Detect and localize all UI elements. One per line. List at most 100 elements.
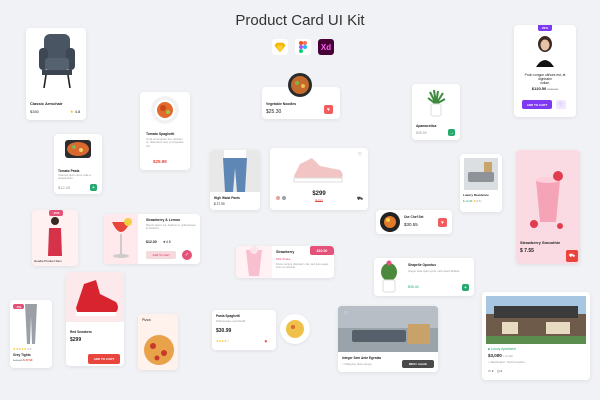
milkshake-card[interactable]: Strawberry $10.00 Milk Shake Donec tempo…	[236, 246, 334, 278]
property-tag: ■ Luxury Apartment	[488, 347, 516, 351]
favorite-button[interactable]: ♡	[356, 151, 364, 159]
sneaker-image	[290, 154, 346, 184]
cocktail-card[interactable]: Strawberry & Lemon Mauris sapien leo, da…	[104, 214, 200, 264]
residence-card[interactable]: Luxury Residence $ 12.99 ★(4.6)	[460, 154, 502, 212]
product-description: Proin congue ultrices est, at dignissim n…	[524, 73, 566, 86]
plus-icon: +	[92, 184, 95, 191]
product-price: $ 27.90	[214, 202, 225, 206]
product-price: $12.45	[58, 185, 71, 190]
property-card-house[interactable]: ■ Luxury Apartment $3,000 / month ⌾ Wash…	[482, 292, 590, 380]
favorite-button[interactable]: ♥	[438, 218, 447, 227]
product-price: $25.99	[153, 159, 167, 164]
fashion-card-purple[interactable]: 20% Proin congue ultrices est, at dignis…	[514, 25, 576, 117]
chef-set-card[interactable]: Our Chef Set $30.55 ♥	[376, 210, 452, 234]
product-price: $12.00	[146, 240, 157, 244]
price-row: $12.00 ★4.5	[146, 240, 171, 244]
house-image	[486, 296, 586, 344]
jeans-card[interactable]: High Waist Pants $ 27.90	[210, 150, 260, 210]
add-to-cart-button[interactable]: +	[462, 284, 469, 291]
favorite-button[interactable]: ♥	[262, 338, 270, 346]
product-name: High Waist Pants	[214, 196, 240, 200]
pizza-card[interactable]: Pizza	[138, 314, 178, 370]
product-price: $ 12.99	[463, 199, 473, 203]
heart-icon: ♥	[264, 339, 268, 345]
product-description: Vivamus quis metus nulla in praesentium.	[58, 174, 92, 181]
armchair-card[interactable]: Classic Armchair $350 ★ 4.8	[26, 28, 86, 120]
room-image	[464, 158, 498, 190]
product-price: $35.50	[416, 131, 427, 135]
property-card-room[interactable]: ♡ Integer Sem Ante Egestas ⌾ Malaysia, N…	[338, 306, 438, 372]
favorite-button[interactable]: ♥	[324, 105, 333, 114]
smoothie-image	[528, 170, 568, 230]
old-price: $360.00	[547, 87, 559, 91]
cart-button[interactable]: ⛟	[356, 195, 364, 203]
add-to-cart-button[interactable]: ADD TO CART	[522, 100, 552, 109]
product-name: Tomato Spaghetti	[146, 132, 175, 136]
product-name: Apamacetica	[416, 124, 437, 128]
cart-button[interactable]: ⛟	[566, 250, 578, 262]
product-name: Strawberry Smoothie	[520, 240, 561, 245]
sneaker-image	[66, 272, 124, 322]
color-swatches[interactable]	[276, 196, 286, 200]
product-name: Pizza	[142, 318, 151, 322]
product-description: Integer vitae quam porta, sed mauris fac…	[408, 270, 461, 273]
pasta-plate-image	[280, 314, 310, 344]
noodles-card[interactable]: Vegetable Noodles $25.30 ♥	[262, 73, 340, 119]
add-to-cart-button[interactable]: ADD TO CART	[88, 354, 120, 364]
swatch-grey[interactable]	[282, 196, 286, 200]
tights-card[interactable]: -5% ★★★★★ 4.5 Grey Tights $ 32.45 $ 27.9…	[10, 300, 52, 368]
page-title: Product Card UI Kit	[235, 12, 365, 29]
heart-icon: ♥	[327, 106, 330, 113]
pasta-image	[64, 138, 92, 160]
property-location: ⌾ Malaysia, New Jersey	[342, 362, 372, 366]
sneakers-card[interactable]: ♡ $299 $432 ⛟	[270, 148, 368, 210]
check-icon: ✓	[184, 252, 190, 258]
cart-icon: ⛟	[356, 195, 364, 202]
product-name: Shapelle Opuntus	[408, 263, 437, 267]
home-icon: ■	[488, 347, 490, 351]
pasta-spaghetti-card[interactable]: Pasta Spaghetti Pellentesque sed blandit…	[212, 310, 276, 350]
product-name: Tomato Pasta	[58, 169, 80, 173]
product-price: $ 7.55	[520, 248, 534, 254]
price-row: $120.50 $360.00	[518, 86, 572, 92]
fashion-card-red[interactable]: -15% Hoodie Product Sam	[32, 210, 78, 266]
product-price: $299	[70, 337, 82, 343]
armchair-image	[36, 32, 78, 90]
add-to-cart-button[interactable]: →	[448, 129, 455, 136]
discount-badge: 20%	[538, 25, 552, 31]
red-sneakers-card[interactable]: Red Sneakers $299 ADD TO CART	[66, 272, 124, 366]
noodles-image	[288, 73, 312, 97]
amenities: ▭ 2 ◫ 2	[488, 369, 503, 373]
chef-set-image	[380, 212, 400, 232]
rating: ★ 4.8	[70, 109, 81, 114]
rating: ★★★★★ 4.5	[13, 347, 32, 351]
swatch-pink[interactable]	[276, 196, 280, 200]
spaghetti-card[interactable]: Tomato Spaghetti Torta enumquam leo, ult…	[140, 92, 190, 170]
sketch-icon	[272, 39, 288, 55]
xd-icon: Xd	[318, 39, 334, 55]
star-icon: ★	[70, 109, 74, 114]
spaghetti-image	[151, 96, 179, 124]
jeans-image	[210, 150, 260, 192]
arrow-right-icon: →	[449, 129, 454, 136]
rent-button[interactable]: $900 / month	[402, 360, 434, 368]
product-name: Vegetable Noodles	[266, 102, 297, 106]
product-price: $350	[30, 109, 39, 114]
price-row: $3,000 / month	[488, 353, 514, 358]
add-to-cart-button[interactable]: +	[90, 184, 97, 191]
tomato-pasta-card[interactable]: Tomato Pasta Vivamus quis metus nulla in…	[54, 134, 102, 194]
price-row: $ 32.45 $ 27.90	[13, 358, 33, 362]
heart-icon: ♡	[357, 152, 363, 158]
product-price: $25.30	[266, 109, 282, 115]
cart-button[interactable]: ✓	[182, 250, 192, 260]
vase-card[interactable]: Apamacetica $35.50 →	[412, 84, 460, 140]
product-price: $120.50	[531, 86, 547, 91]
price-row: $ 12.99 ★(4.6)	[463, 199, 482, 203]
smoothie-card[interactable]: Strawberry Smoothie $ 7.55 ⛟	[516, 150, 580, 264]
cactus-card[interactable]: Shapelle Opuntus Integer vitae quam port…	[374, 258, 474, 296]
rating: ★★★★☆	[216, 339, 229, 344]
favorite-button[interactable]: ♡	[342, 310, 350, 318]
star-icon: ★★★★★	[13, 347, 27, 351]
add-to-cart-button[interactable]: Add To Cart	[146, 251, 176, 259]
favorite-button[interactable]: ♡	[556, 100, 566, 109]
